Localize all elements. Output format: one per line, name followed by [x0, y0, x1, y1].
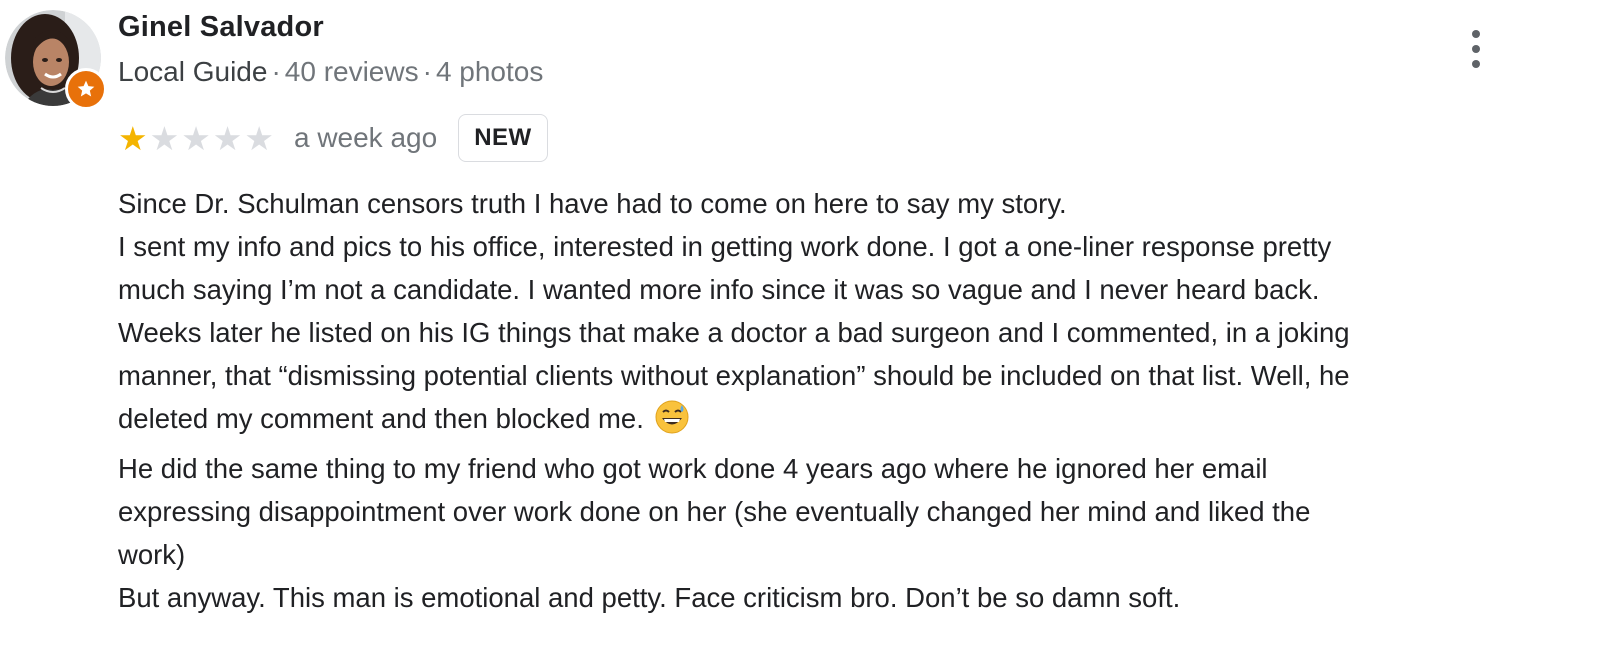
star-empty-icon: ★ — [212, 118, 243, 158]
more-vert-icon[interactable] — [1455, 25, 1497, 73]
review-line: Since Dr. Schulman censors truth I have … — [118, 188, 1067, 219]
rating-row: ★ ★ ★ ★ ★ a week ago NEW — [118, 112, 548, 164]
review-count: 40 reviews — [284, 56, 419, 87]
review-line: I sent my info and pics to his office, i… — [118, 231, 1332, 262]
star-filled-icon: ★ — [118, 118, 148, 158]
more-dot — [1472, 30, 1480, 38]
photo-count: 4 photos — [435, 56, 544, 87]
review-line: But anyway. This man is emotional and pe… — [118, 582, 1181, 613]
new-badge: NEW — [458, 114, 548, 162]
review-time: a week ago — [293, 122, 438, 153]
review-line: deleted my comment and then blocked me. — [118, 403, 644, 434]
review-line: much saying I’m not a candidate. I wante… — [118, 274, 1320, 305]
local-guide-label: Local Guide — [118, 56, 268, 87]
review-line: manner, that “dismissing potential clien… — [118, 360, 1350, 391]
review-line: expressing disappointment over work done… — [118, 496, 1311, 527]
grinning-sweat-emoji-icon — [654, 399, 690, 447]
review-text: Since Dr. Schulman censors truth I have … — [118, 182, 1588, 619]
star-empty-icon: ★ — [149, 118, 180, 158]
more-dot — [1472, 45, 1480, 53]
review-line-with-emoji: deleted my comment and then blocked me. — [118, 397, 1588, 447]
meta-separator: · — [422, 56, 432, 87]
review-card: Ginel Salvador Local Guide · 40 reviews · 4 … — [0, 0, 1600, 646]
review-line: Weeks later he listed on his IG things t… — [118, 317, 1350, 348]
star-rating: ★ ★ ★ ★ ★ — [118, 122, 274, 155]
meta-separator: · — [271, 56, 281, 87]
avatar[interactable] — [5, 10, 107, 110]
reviewer-name[interactable]: Ginel Salvador — [118, 11, 324, 44]
star-empty-icon: ★ — [181, 118, 211, 158]
review-line: He did the same thing to my friend who g… — [118, 453, 1268, 484]
reviewer-meta[interactable]: Local Guide · 40 reviews · 4 photos — [118, 56, 543, 88]
review-line: work) — [118, 539, 186, 570]
local-guide-star-icon — [65, 68, 107, 110]
star-empty-icon: ★ — [244, 118, 274, 158]
more-dot — [1472, 60, 1480, 68]
